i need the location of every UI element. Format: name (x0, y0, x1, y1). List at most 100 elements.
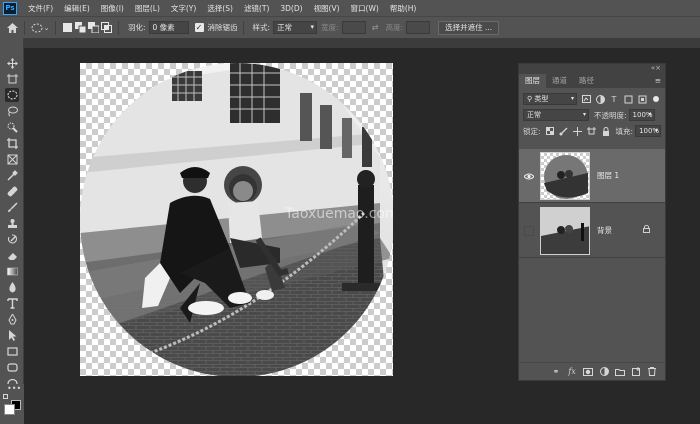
opacity-input[interactable]: 100% (628, 109, 655, 121)
filter-kind-select[interactable]: ⚲ 类型 (523, 93, 577, 105)
layer-row-layer1[interactable]: 图层 1 (519, 149, 665, 203)
link-layers-icon[interactable]: ⚭ (549, 366, 563, 378)
menu-edit[interactable]: 编辑(E) (64, 3, 90, 14)
artboard-tool-icon[interactable] (5, 72, 19, 86)
menu-help[interactable]: 帮助(H) (390, 3, 417, 14)
panel-header: «× (519, 64, 665, 74)
menu-type[interactable]: 文字(Y) (171, 3, 196, 14)
quick-selection-tool-icon[interactable] (5, 120, 19, 134)
more-tools-icon[interactable]: ••• (7, 384, 21, 393)
opacity-label: 不透明度: (594, 110, 627, 120)
eraser-tool-icon[interactable] (5, 248, 19, 262)
eyedropper-tool-icon[interactable] (5, 168, 19, 182)
style-label: 样式: (252, 23, 271, 32)
document-canvas[interactable]: Taoxuemao.com (80, 63, 393, 376)
history-brush-tool-icon[interactable] (5, 232, 19, 246)
collapse-panel-icon[interactable]: «× (651, 64, 661, 72)
new-group-icon[interactable] (613, 366, 627, 378)
gradient-tool-icon[interactable] (5, 264, 19, 278)
move-tool-icon[interactable] (5, 56, 19, 70)
default-colors-icon[interactable] (3, 394, 8, 399)
visibility-eye-icon[interactable] (524, 171, 534, 181)
menu-layer[interactable]: 图层(L) (135, 3, 160, 14)
width-input[interactable] (341, 21, 366, 34)
healing-brush-tool-icon[interactable] (5, 184, 19, 198)
filter-toggle-icon[interactable] (653, 96, 659, 102)
blend-mode-select[interactable]: 正常 (523, 109, 589, 121)
foreground-color-swatch[interactable] (4, 404, 15, 415)
filter-row: ⚲ 类型 T (519, 91, 665, 107)
height-input[interactable] (406, 21, 431, 34)
height-label: 高度: (385, 23, 404, 32)
layer-row-background[interactable]: 背景 (519, 204, 665, 258)
clone-stamp-tool-icon[interactable] (5, 216, 19, 230)
document-tab-strip (24, 38, 700, 48)
home-icon[interactable] (6, 21, 19, 34)
new-layer-icon[interactable] (629, 366, 643, 378)
fill-label: 填充: (615, 126, 634, 136)
tab-channels[interactable]: 通道 (546, 74, 573, 88)
layer-name: 背景 (597, 226, 612, 235)
feather-input[interactable]: 0 像素 (148, 21, 189, 34)
subtract-from-selection-icon[interactable] (87, 21, 100, 34)
chevron-down-icon[interactable]: ⌄ (43, 21, 50, 34)
filter-adjustment-icon[interactable] (595, 94, 605, 104)
filter-shape-icon[interactable] (623, 94, 633, 104)
lock-row: 锁定: 填充: 100% (519, 123, 665, 139)
frame-tool-icon[interactable] (5, 152, 19, 166)
watermark-text: Taoxuemao.com (284, 206, 393, 222)
tab-paths[interactable]: 路径 (573, 74, 600, 88)
menu-filter[interactable]: 滤镜(T) (244, 3, 269, 14)
layers-panel: «× 图层 通道 路径 ≡ ⚲ 类型 T 正常 不透明度: 100% 锁定: (518, 63, 666, 381)
fill-input[interactable]: 100% (635, 125, 662, 137)
rounded-rectangle-tool-icon[interactable] (5, 360, 19, 374)
brush-tool-icon[interactable] (5, 200, 19, 214)
add-to-selection-icon[interactable] (74, 21, 87, 34)
pen-tool-icon[interactable] (5, 312, 19, 326)
path-selection-tool-icon[interactable] (5, 328, 19, 342)
style-select[interactable]: 正常 (273, 21, 318, 34)
elliptical-marquee-tool-icon[interactable] (5, 88, 19, 102)
menu-file[interactable]: 文件(F) (28, 3, 53, 14)
delete-layer-icon[interactable] (645, 366, 659, 378)
feather-label: 羽化: (128, 23, 146, 32)
add-mask-icon[interactable] (581, 366, 595, 378)
lasso-tool-icon[interactable] (5, 104, 19, 118)
lock-artboard-icon[interactable] (587, 126, 597, 136)
elliptical-marquee-preset-icon[interactable] (30, 21, 43, 34)
panel-menu-icon[interactable]: ≡ (651, 74, 665, 88)
lock-all-icon[interactable] (601, 126, 611, 136)
blur-tool-icon[interactable] (5, 280, 19, 294)
lock-image-pixels-icon[interactable] (559, 126, 569, 136)
rectangle-tool-icon[interactable] (5, 344, 19, 358)
new-selection-icon[interactable] (61, 21, 74, 34)
filter-pixel-icon[interactable] (581, 94, 591, 104)
menu-3d[interactable]: 3D(D) (280, 4, 302, 13)
crop-tool-icon[interactable] (5, 136, 19, 150)
menu-bar: Ps 文件(F) 编辑(E) 图像(I) 图层(L) 文字(Y) 选择(S) 滤… (0, 0, 700, 16)
lock-position-icon[interactable] (573, 126, 583, 136)
width-label: 宽度: (321, 23, 339, 32)
select-and-mask-button[interactable]: 选择并遮住 ... (438, 20, 500, 35)
filter-smart-object-icon[interactable] (637, 94, 647, 104)
menu-window[interactable]: 窗口(W) (351, 3, 379, 14)
intersect-selection-icon[interactable] (100, 21, 113, 34)
type-tool-icon[interactable] (5, 296, 19, 310)
menu-image[interactable]: 图像(I) (101, 3, 124, 14)
visibility-toggle-off[interactable] (524, 226, 534, 236)
antialias-checkbox[interactable]: ✓ (194, 23, 204, 32)
tab-layers[interactable]: 图层 (519, 74, 546, 88)
lock-label: 锁定: (523, 126, 541, 136)
menu-view[interactable]: 视图(V) (314, 3, 340, 14)
circular-photo: Taoxuemao.com (80, 63, 393, 376)
lock-transparent-pixels-icon[interactable] (545, 126, 555, 136)
swap-icon[interactable]: ⇄ (369, 21, 382, 34)
panel-tabs: 图层 通道 路径 ≡ (519, 74, 665, 88)
menu-select[interactable]: 选择(S) (207, 3, 233, 14)
adjustment-layer-icon[interactable] (597, 366, 611, 378)
fx-icon[interactable]: fx (565, 366, 579, 378)
filter-type-icon[interactable]: T (609, 94, 619, 104)
tools-panel (0, 38, 24, 424)
tools-panel-bottom: ••• (0, 384, 24, 424)
lock-icon (643, 224, 650, 235)
